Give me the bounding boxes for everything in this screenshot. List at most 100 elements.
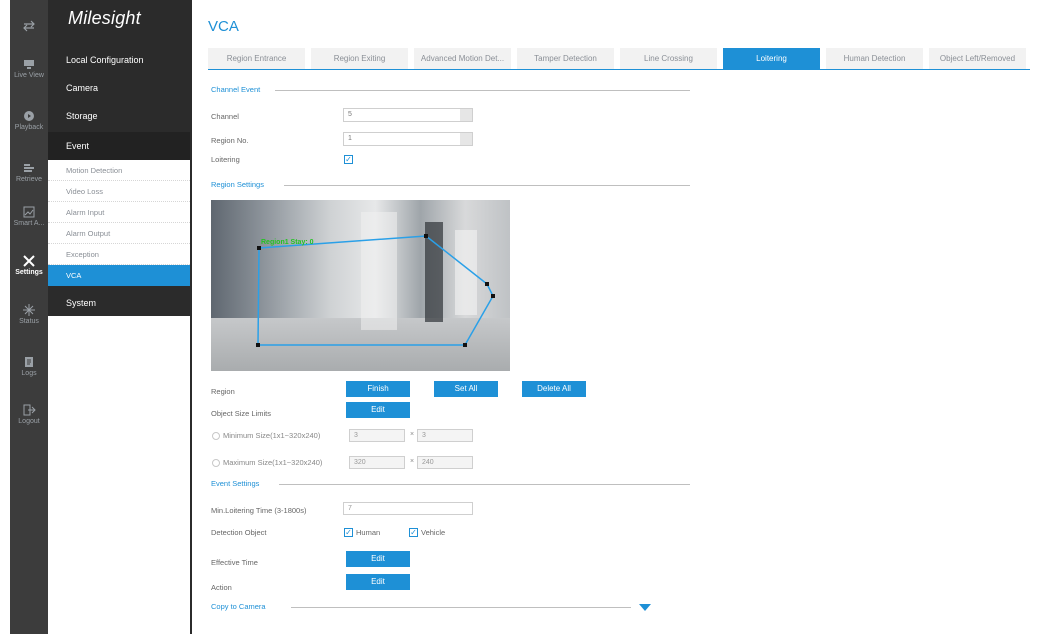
human-checkbox[interactable]: ✓ — [344, 528, 353, 537]
effective-time-label: Effective Time — [211, 558, 258, 567]
loitering-checkbox[interactable]: ✓ — [344, 155, 353, 164]
chart-icon — [23, 206, 35, 218]
object-size-limits-label: Object Size Limits — [211, 409, 272, 418]
effective-time-edit-button[interactable]: Edit — [346, 551, 410, 567]
section-channel-event: Channel Event — [211, 85, 261, 94]
section-region-settings: Region Settings — [211, 180, 264, 189]
rail-item-logs[interactable]: Logs — [10, 356, 48, 377]
logs-icon — [25, 357, 33, 367]
tab-tamper-detection[interactable]: Tamper Detection — [517, 48, 614, 69]
section-copy-to-camera[interactable]: Copy to Camera — [211, 602, 266, 614]
rail-item-logout[interactable]: Logout — [10, 404, 48, 425]
rail-label-smart-analytics: Smart A... — [13, 220, 45, 227]
region-overlay: Region1 Stay: 0 — [256, 212, 495, 347]
rail-label-retrieve: Retrieve — [15, 176, 43, 183]
nav-divider — [190, 0, 192, 634]
max-size-label: Maximum Size(1x1~320x240) — [223, 458, 323, 467]
channel-label: Channel — [211, 112, 239, 121]
retrieve-icon — [24, 164, 34, 172]
tab-region-exiting[interactable]: Region Exiting — [311, 48, 408, 69]
action-edit-button[interactable]: Edit — [346, 574, 410, 590]
nav-sub-vca[interactable]: VCA — [48, 265, 190, 286]
wrench-icon — [23, 255, 35, 267]
rail-item-settings[interactable]: Settings — [10, 255, 48, 276]
logout-icon — [23, 404, 36, 416]
max-size-separator: × — [410, 458, 415, 465]
app-window: Live View Playback Retrieve Smart A... S… — [0, 0, 1040, 634]
nav-item-system[interactable]: System — [48, 290, 190, 316]
loitering-label: Loitering — [211, 155, 240, 164]
rail-item-status[interactable]: Status — [10, 304, 48, 325]
min-size-label: Minimum Size(1x1~320x240) — [223, 431, 321, 440]
chevron-down-icon — [460, 133, 472, 145]
rail-item-playback[interactable]: Playback — [10, 110, 48, 131]
rail-label-settings: Settings — [15, 269, 43, 276]
nav-sub-exception[interactable]: Exception — [48, 244, 190, 265]
vehicle-checkbox[interactable]: ✓ — [409, 528, 418, 537]
video-preview[interactable]: Region1 Stay: 0 — [211, 200, 510, 371]
region-no-value: 1 — [348, 135, 352, 142]
tab-loitering[interactable]: Loitering — [723, 48, 820, 69]
region-no-select[interactable]: 1 — [343, 132, 473, 146]
channel-value: 5 — [348, 111, 352, 118]
tab-object-left-removed[interactable]: Object Left/Removed — [929, 48, 1026, 69]
region-label: Region — [211, 387, 235, 396]
rail-item-retrieve[interactable]: Retrieve — [10, 162, 48, 183]
nav-item-camera[interactable]: Camera — [48, 76, 190, 100]
human-label: Human — [356, 528, 381, 537]
rail-label-status: Status — [19, 318, 39, 325]
rail-item-toggle[interactable] — [10, 20, 48, 34]
tab-region-entrance[interactable]: Region Entrance — [208, 48, 305, 69]
max-height-input[interactable]: 240 — [417, 456, 473, 469]
monitor-icon — [24, 60, 34, 69]
icon-rail: Live View Playback Retrieve Smart A... S… — [10, 0, 48, 634]
section-event-settings: Event Settings — [211, 479, 260, 488]
set-all-button[interactable]: Set All — [434, 381, 498, 397]
rail-label-logs: Logs — [21, 370, 37, 377]
chevron-down-icon[interactable] — [639, 604, 651, 611]
nav-item-event[interactable]: Event — [48, 132, 190, 160]
playback-icon — [24, 111, 34, 121]
section-divider — [279, 484, 690, 485]
settings-nav: Milesight Local Configuration Camera Sto… — [48, 0, 190, 634]
object-size-edit-button[interactable]: Edit — [346, 402, 410, 418]
tab-human-detection[interactable]: Human Detection — [826, 48, 923, 69]
section-divider — [275, 90, 690, 91]
nav-sub-alarm-output[interactable]: Alarm Output — [48, 223, 190, 244]
rail-item-live-view[interactable]: Live View — [10, 58, 48, 79]
max-size-radio[interactable] — [212, 459, 220, 467]
detection-object-label: Detection Object — [211, 528, 267, 537]
nav-sub-video-loss[interactable]: Video Loss — [48, 181, 190, 202]
rail-label-playback: Playback — [14, 124, 44, 131]
action-label: Action — [211, 583, 232, 592]
tab-line-crossing[interactable]: Line Crossing — [620, 48, 717, 69]
tab-advanced-motion-detection[interactable]: Advanced Motion Det... — [414, 48, 511, 69]
chevron-down-icon — [460, 109, 472, 121]
finish-button[interactable]: Finish — [346, 381, 410, 397]
page-title: VCA — [208, 18, 239, 35]
nav-sub-alarm-input[interactable]: Alarm Input — [48, 202, 190, 223]
brand-logo: Milesight — [68, 8, 141, 28]
channel-select[interactable]: 5 — [343, 108, 473, 122]
rail-label-logout: Logout — [18, 418, 40, 425]
min-loitering-label: Min.Loitering Time (3-1800s) — [211, 506, 307, 515]
nav-item-local-configuration[interactable]: Local Configuration — [48, 48, 190, 72]
transfer-icon — [23, 20, 35, 32]
nav-sub-motion-detection[interactable]: Motion Detection — [48, 160, 190, 181]
min-loitering-input[interactable]: 7 — [343, 502, 473, 515]
section-divider — [291, 607, 631, 608]
vca-tabs: Region Entrance Region Exiting Advanced … — [208, 48, 1030, 70]
delete-all-button[interactable]: Delete All — [522, 381, 586, 397]
rail-label-live-view: Live View — [14, 72, 44, 79]
min-height-input[interactable]: 3 — [417, 429, 473, 442]
region-no-label: Region No. — [211, 136, 249, 145]
nav-item-storage[interactable]: Storage — [48, 104, 190, 128]
vehicle-label: Vehicle — [421, 528, 446, 537]
status-icon — [23, 304, 35, 316]
min-size-radio[interactable] — [212, 432, 220, 440]
min-size-separator: × — [410, 431, 415, 438]
max-width-input[interactable]: 320 — [349, 456, 405, 469]
main-content: VCA Region Entrance Region Exiting Advan… — [198, 0, 1040, 634]
min-width-input[interactable]: 3 — [349, 429, 405, 442]
rail-item-smart-analytics[interactable]: Smart A... — [10, 206, 48, 227]
